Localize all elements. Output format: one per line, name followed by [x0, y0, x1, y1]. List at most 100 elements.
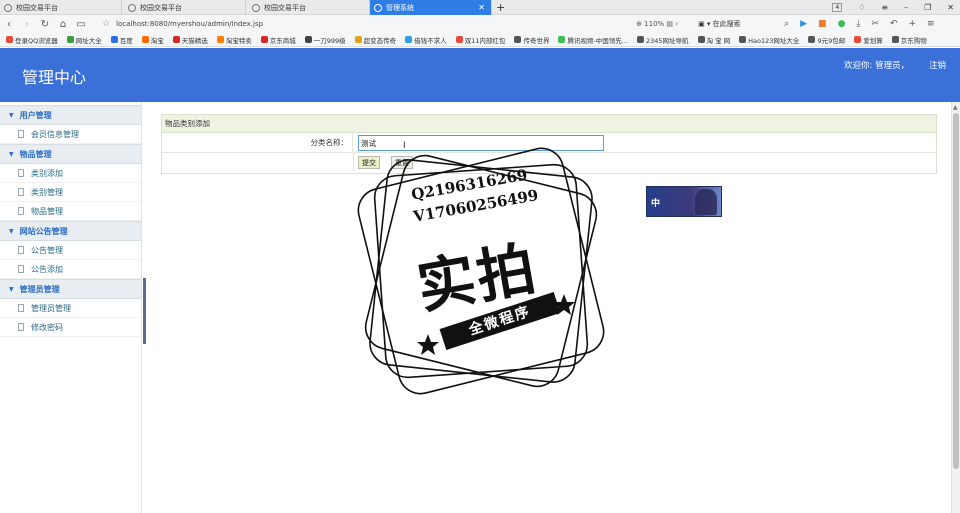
- reset-button[interactable]: 重置: [391, 156, 413, 169]
- watermark-stamp: Q2196316269 V17060256499 实拍 全微程序: [356, 146, 606, 396]
- play-icon[interactable]: ▶: [800, 19, 807, 29]
- bookmark-label: 9元9包邮: [817, 36, 846, 45]
- bookmark-item[interactable]: 百度: [110, 35, 133, 45]
- menu-icon[interactable]: ≡: [881, 3, 888, 12]
- sidebar-item[interactable]: 修改密码: [0, 318, 141, 337]
- bookmark-item[interactable]: 9元9包邮: [808, 35, 845, 45]
- bookmark-item[interactable]: 网址大全: [66, 35, 102, 45]
- minimize-icon[interactable]: –: [904, 3, 908, 12]
- caret-down-icon: ▼: [9, 227, 14, 235]
- home-icon[interactable]: ⌂: [54, 19, 72, 30]
- close-window-icon[interactable]: ✕: [947, 3, 954, 12]
- video-icon[interactable]: ■: [818, 19, 827, 29]
- sidebar-group-header[interactable]: ▼ 物品管理: [0, 144, 141, 164]
- bookmark-favicon-icon: [110, 36, 118, 43]
- bookmark-item[interactable]: 淘宝: [141, 35, 164, 45]
- browser-tab[interactable]: 校园交易平台: [248, 0, 370, 15]
- download-icon[interactable]: ⤓: [856, 19, 860, 29]
- bookmark-item[interactable]: 爱划算: [854, 35, 883, 45]
- ad-label: 中: [651, 199, 661, 209]
- browser-tab[interactable]: 校园交易平台: [0, 0, 122, 15]
- bookmark-item[interactable]: 腾讯视频-中国领先...: [558, 35, 628, 45]
- sidebar-item[interactable]: 公告管理: [0, 241, 141, 260]
- bookmark-item[interactable]: Hao123网址大全: [739, 35, 799, 45]
- bookmark-item[interactable]: 京东商城: [260, 35, 296, 45]
- scrollbar-thumb[interactable]: [953, 113, 959, 469]
- tab-title: 校园交易平台: [264, 3, 306, 12]
- bookmark-favicon-icon: [216, 36, 224, 43]
- category-name-input[interactable]: [358, 135, 604, 151]
- search-placeholder: 在此搜索: [712, 20, 741, 28]
- form-cell-divider: [353, 153, 354, 172]
- sidebar-item[interactable]: 会员信息管理: [0, 125, 141, 144]
- bookmark-item[interactable]: 京东购物: [891, 35, 927, 45]
- sidebar-item[interactable]: 公告添加: [0, 260, 141, 279]
- chat-icon[interactable]: ●: [838, 19, 846, 29]
- floating-ad-banner[interactable]: 中: [646, 186, 722, 217]
- search-box[interactable]: ▣ ▾ 在此搜索: [698, 19, 780, 29]
- bookmark-item[interactable]: 登录QQ浏览器: [6, 35, 58, 45]
- sidebar-group-header[interactable]: ▼ 网站公告管理: [0, 221, 141, 241]
- category-add-form: 物品类别添加 分类名称： 提交 重置: [161, 114, 937, 174]
- reader-icon[interactable]: ▭: [72, 19, 90, 30]
- undo-icon[interactable]: ↶: [890, 19, 898, 29]
- close-tab-icon[interactable]: ✕: [478, 3, 485, 12]
- category-name-label: 分类名称：: [162, 133, 353, 153]
- new-tab-button[interactable]: +: [496, 0, 505, 15]
- bookmark-item[interactable]: 2345网址导航: [636, 35, 689, 45]
- window-controls: 4 ♢ ≡ – ❐ ✕: [832, 0, 954, 15]
- shirt-icon[interactable]: ♢: [858, 3, 865, 12]
- tab-favicon-icon: [128, 3, 136, 12]
- browser-nav-bar: ‹ › ↻ ⌂ ▭ ☆ localhost:8080/myershou/admi…: [0, 15, 960, 33]
- sidebar-item[interactable]: 类别管理: [0, 183, 141, 202]
- bookmark-item[interactable]: 双11内部红包: [455, 35, 505, 45]
- bookmark-item[interactable]: 借钱不求人: [405, 35, 447, 45]
- document-icon: [18, 265, 24, 273]
- bookmark-item[interactable]: 一刀999级: [304, 35, 346, 45]
- bookmark-label: 登录QQ浏览器: [15, 36, 58, 45]
- forward-icon[interactable]: ›: [18, 19, 36, 30]
- sidebar-group-header[interactable]: ▼ 用户管理: [0, 105, 141, 125]
- sidebar-item[interactable]: 管理员管理: [0, 299, 141, 318]
- bookmark-label: 借钱不求人: [414, 36, 447, 45]
- bookmark-favicon-icon: [6, 36, 13, 43]
- scissors-icon[interactable]: ✂: [871, 19, 879, 29]
- text-cursor-icon: I: [403, 141, 406, 151]
- submit-button[interactable]: 提交: [358, 156, 380, 169]
- bookmark-favicon-icon: [172, 36, 180, 43]
- tab-count-badge[interactable]: 4: [832, 3, 843, 12]
- sidebar-group-label: 用户管理: [19, 110, 52, 120]
- sidebar-group-header[interactable]: ▼ 管理员管理: [0, 279, 141, 299]
- page-scrollbar[interactable]: ▲: [951, 102, 960, 513]
- bookmark-item[interactable]: 天猫精选: [172, 35, 208, 45]
- tab-title: 校园交易平台: [140, 3, 182, 12]
- sidebar-item[interactable]: 类别添加: [0, 164, 141, 183]
- bookmark-star-icon[interactable]: ☆: [102, 19, 110, 29]
- sidebar-item-label: 类别添加: [31, 168, 63, 178]
- zoom-level: 110%: [644, 20, 665, 28]
- sidebar-group-label: 物品管理: [19, 149, 52, 159]
- browser-tab[interactable]: 校园交易平台: [124, 0, 246, 15]
- restore-icon[interactable]: ❐: [924, 3, 931, 12]
- sidebar-item-label: 类别管理: [31, 187, 63, 197]
- sidebar-resize-handle[interactable]: [143, 278, 146, 344]
- bookmark-label: 一刀999级: [313, 36, 346, 45]
- bookmark-item[interactable]: 传奇世界: [514, 35, 549, 45]
- sidebar-item[interactable]: 物品管理: [0, 202, 141, 221]
- bookmark-label: 淘 宝 网: [706, 36, 731, 45]
- scroll-up-icon[interactable]: ▲: [953, 104, 958, 111]
- menu-icon[interactable]: ≡: [927, 19, 935, 29]
- bookmark-item[interactable]: 淘 宝 网: [697, 35, 731, 45]
- browser-tab-active[interactable]: 管理系统 ✕: [370, 0, 492, 15]
- search-icon[interactable]: ⌕: [784, 19, 789, 29]
- bookmark-item[interactable]: 超变态传奇: [354, 35, 396, 45]
- back-icon[interactable]: ‹: [0, 19, 18, 30]
- sidebar-item-label: 管理员管理: [31, 303, 71, 313]
- zoom-indicator[interactable]: ⊕ 110% ▤ ›: [636, 20, 698, 28]
- bookmark-item[interactable]: 淘宝特卖: [216, 35, 252, 45]
- add-icon[interactable]: +: [909, 19, 917, 29]
- refresh-icon[interactable]: ↻: [36, 19, 54, 30]
- logout-link[interactable]: 注销: [929, 59, 946, 71]
- address-bar[interactable]: localhost:8080/myershou/admin/index.jsp: [116, 20, 636, 28]
- watermark-big-text: 实拍: [412, 233, 543, 322]
